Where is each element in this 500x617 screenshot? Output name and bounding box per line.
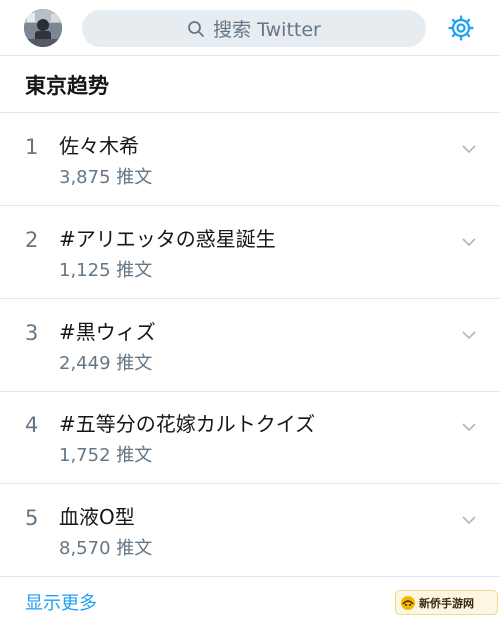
top-bar: 搜索 Twitter [0, 0, 500, 56]
trend-tweet-count: 1,125 推文 [59, 260, 153, 281]
trend-item[interactable]: 5 血液O型 8,570 推文 [0, 484, 500, 577]
trend-name: 血液O型 [59, 505, 135, 529]
trend-item[interactable]: 1 佐々木希 3,875 推文 [0, 113, 500, 206]
gear-icon[interactable] [447, 14, 475, 42]
page-title: 東京趋势 [25, 74, 109, 98]
chevron-down-icon[interactable] [461, 512, 477, 528]
trend-name: 佐々木希 [59, 134, 139, 158]
trend-item[interactable]: 2 #アリエッタの惑星誕生 1,125 推文 [0, 206, 500, 299]
trend-tweet-count: 8,570 推文 [59, 538, 153, 559]
avatar[interactable] [24, 9, 62, 47]
show-more-link[interactable]: 显示更多 [25, 589, 97, 615]
trend-item[interactable]: 3 #黒ウィズ 2,449 推文 [0, 299, 500, 392]
trend-rank: 5 [25, 506, 39, 530]
trend-name: #五等分の花嫁カルトクイズ [59, 412, 316, 436]
trend-rank: 4 [25, 413, 39, 437]
avatar-image [24, 9, 62, 47]
search-icon [188, 20, 205, 37]
trend-rank: 3 [25, 321, 39, 345]
watermark-logo-icon [401, 595, 415, 610]
chevron-down-icon[interactable] [461, 234, 477, 250]
trend-rank: 1 [25, 135, 39, 159]
trend-item[interactable]: 4 #五等分の花嫁カルトクイズ 1,752 推文 [0, 391, 500, 484]
search-input[interactable]: 搜索 Twitter [82, 10, 426, 47]
trend-rank: 2 [25, 228, 39, 252]
chevron-down-icon[interactable] [461, 327, 477, 343]
search-placeholder: 搜索 Twitter [213, 19, 321, 41]
trend-tweet-count: 2,449 推文 [59, 353, 153, 374]
watermark: 新侨手游网 [395, 590, 498, 615]
trend-name: #黒ウィズ [59, 320, 156, 344]
watermark-text: 新侨手游网 [419, 596, 474, 610]
chevron-down-icon[interactable] [461, 141, 477, 157]
chevron-down-icon[interactable] [461, 419, 477, 435]
trend-tweet-count: 3,875 推文 [59, 167, 153, 188]
trend-tweet-count: 1,752 推文 [59, 445, 153, 466]
trend-name: #アリエッタの惑星誕生 [59, 227, 276, 251]
